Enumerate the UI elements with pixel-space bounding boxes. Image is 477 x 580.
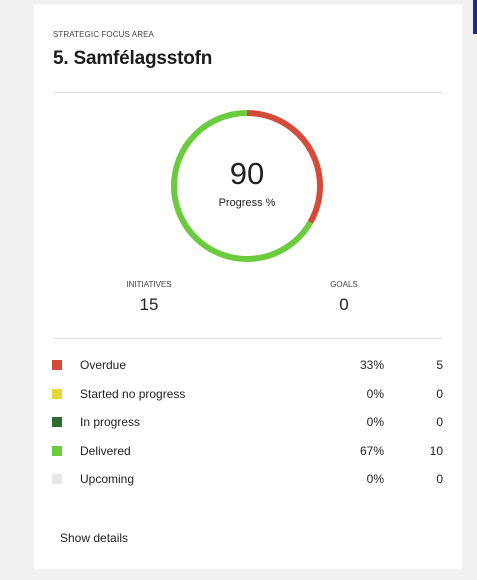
goals-stat: GOALS 0: [284, 280, 404, 315]
in-progress-swatch: [52, 417, 62, 427]
started-no-progress-swatch: [52, 388, 62, 399]
legend-percent: 33%: [359, 358, 384, 372]
legend-label: Started no progress: [80, 386, 186, 401]
delivered-swatch: [52, 445, 62, 456]
goals-value: 0: [339, 295, 349, 314]
status-legend: Overdue 33% 5 Started no progress 0% 0 I…: [52, 357, 444, 500]
legend-row-delivered: Delivered 67% 10: [52, 443, 444, 472]
progress-label: Progress %: [218, 197, 276, 209]
progress-donut: 90 Progress %: [170, 109, 324, 263]
legend-percent: 67%: [359, 443, 384, 458]
legend-label: Delivered: [80, 443, 131, 458]
divider: [53, 92, 442, 93]
overdue-swatch: [52, 360, 62, 370]
legend-label: In progress: [80, 415, 141, 429]
window-accent-strip: [473, 0, 477, 34]
legend-label: Overdue: [80, 358, 127, 372]
initiatives-label: INITIATIVES: [126, 280, 172, 289]
legend-count: 10: [429, 443, 443, 458]
show-details-link[interactable]: Show details: [60, 531, 128, 545]
legend-count: 5: [436, 358, 443, 372]
goals-label: GOALS: [330, 280, 358, 289]
legend-percent: 0%: [366, 472, 384, 486]
initiatives-value: 15: [139, 295, 159, 314]
card-title: 5. Samfélagsstofn: [53, 48, 213, 69]
legend-row-upcoming: Upcoming 0% 0: [52, 471, 444, 500]
focus-area-card: STRATEGIC FOCUS AREA 5. Samfélagsstofn 9…: [34, 5, 462, 569]
card-eyebrow: STRATEGIC FOCUS AREA: [53, 30, 154, 39]
legend-row-started-no-progress: Started no progress 0% 0: [52, 386, 444, 415]
legend-count: 0: [436, 386, 443, 401]
divider: [53, 338, 442, 339]
legend-percent: 0%: [366, 415, 384, 429]
legend-percent: 0%: [366, 386, 384, 401]
initiatives-stat: INITIATIVES 15: [89, 280, 209, 315]
legend-label: Upcoming: [80, 472, 135, 486]
legend-row-overdue: Overdue 33% 5: [52, 357, 444, 386]
legend-count: 0: [436, 472, 443, 486]
progress-value: 90: [229, 156, 265, 191]
upcoming-swatch: [52, 474, 62, 484]
legend-count: 0: [436, 415, 443, 429]
legend-row-in-progress: In progress 0% 0: [52, 414, 444, 443]
